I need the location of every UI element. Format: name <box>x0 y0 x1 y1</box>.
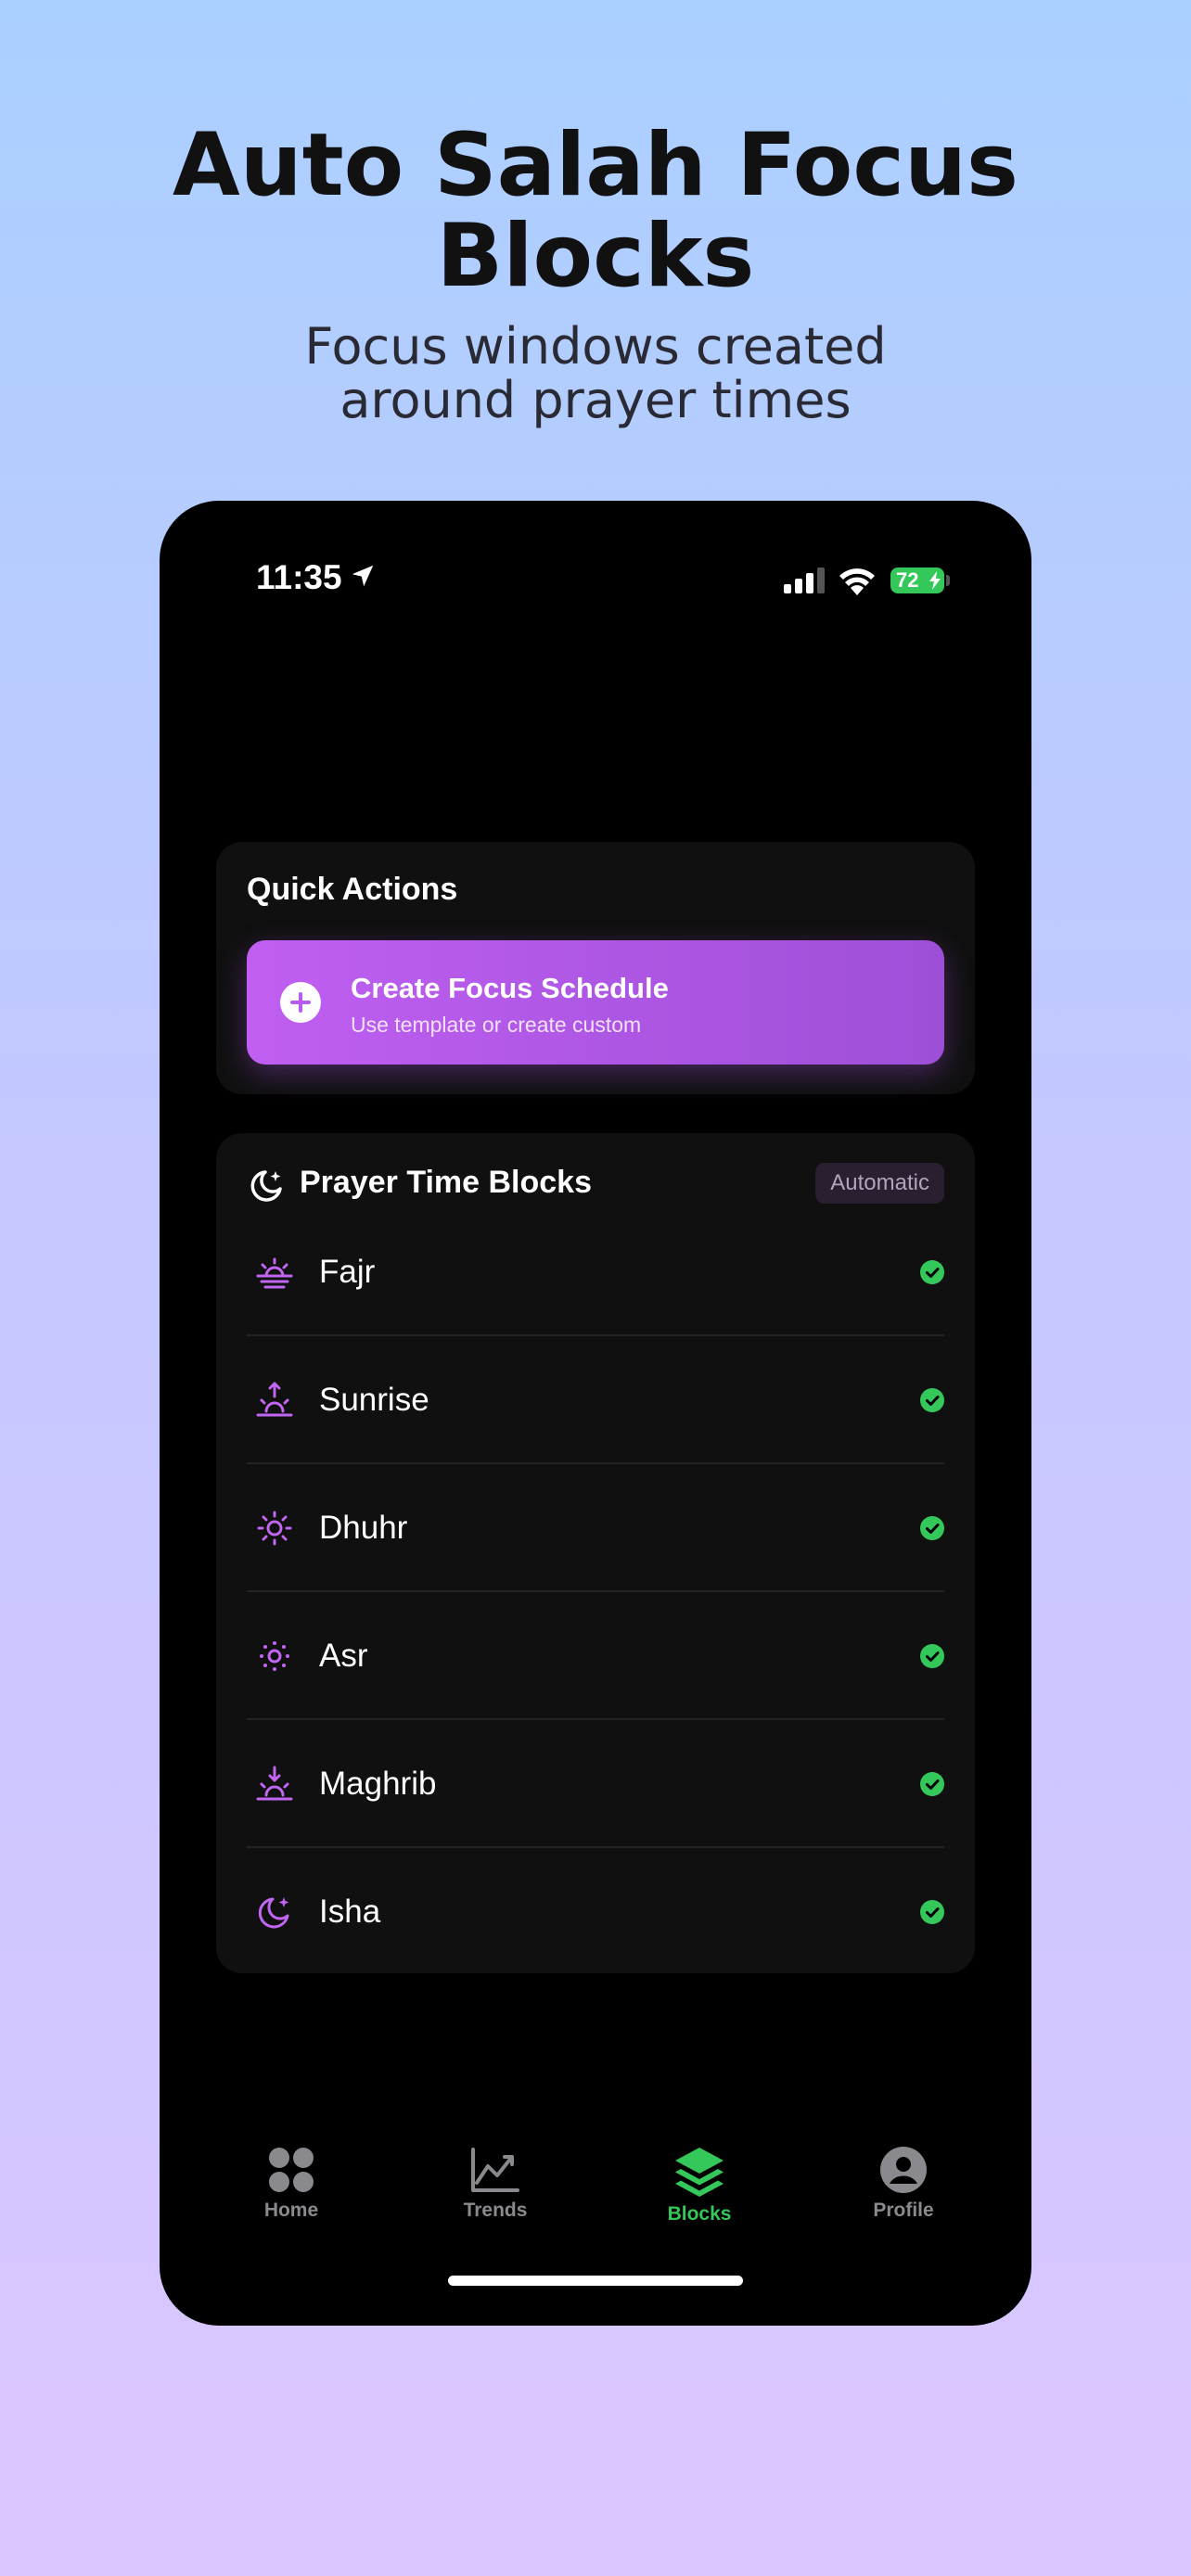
quick-actions-title: Quick Actions <box>247 872 458 907</box>
prayer-label-dhuhr: Dhuhr <box>319 1510 408 1546</box>
chart-line-icon <box>471 2148 519 2192</box>
check-circle-icon <box>920 1644 944 1668</box>
tab-trends[interactable]: Trends <box>421 2146 570 2222</box>
quick-actions-card: Quick Actions Create Focus Schedule Use … <box>216 842 975 1094</box>
tab-blocks[interactable]: Blocks <box>625 2146 774 2225</box>
prayer-label-maghrib: Maghrib <box>319 1766 437 1802</box>
prayer-label-isha: Isha <box>319 1894 381 1930</box>
prayer-label-asr: Asr <box>319 1638 368 1674</box>
create-schedule-sublabel: Use template or create custom <box>351 1013 642 1037</box>
check-circle-icon <box>920 1388 944 1412</box>
sunset-down-icon <box>256 1766 293 1801</box>
subhead-line-2: around prayer times <box>339 371 852 429</box>
plus-circle-icon <box>280 982 321 1023</box>
headline-line-1: Auto Salah Focus <box>173 115 1018 216</box>
prayer-label-sunrise: Sunrise <box>319 1382 429 1418</box>
promo-headline: Auto Salah Focus Blocks <box>0 121 1191 302</box>
tab-bar: Home Trends Blocks Profile <box>160 2146 1031 2257</box>
phone-screen: 11:35 72 Quick Actions Create Focus Sche… <box>160 501 1031 2326</box>
cellular-signal-icon <box>784 567 825 593</box>
sunrise-horizon-icon <box>256 1257 293 1289</box>
wifi-icon <box>839 568 875 595</box>
prayer-row-isha[interactable]: Isha <box>247 1848 944 1976</box>
create-focus-schedule-button[interactable]: Create Focus Schedule Use template or cr… <box>247 940 944 1065</box>
home-indicator[interactable] <box>448 2276 743 2286</box>
tab-home[interactable]: Home <box>217 2146 365 2222</box>
prayer-row-fajr[interactable]: Fajr <box>247 1208 944 1336</box>
grid-dots-icon <box>269 2148 314 2192</box>
location-arrow-icon <box>352 565 374 587</box>
check-circle-icon <box>920 1516 944 1540</box>
create-schedule-label: Create Focus Schedule <box>351 972 669 1004</box>
check-circle-icon <box>920 1900 944 1924</box>
prayer-time-blocks-card: Prayer Time Blocks Automatic Fajr Sunris… <box>216 1133 975 1973</box>
check-circle-icon <box>920 1260 944 1284</box>
battery-nub <box>946 575 950 586</box>
tab-blocks-label: Blocks <box>667 2203 732 2225</box>
moon-stars-icon <box>250 1170 282 1202</box>
battery-level: 72 <box>896 568 919 592</box>
status-time: 11:35 <box>256 558 342 596</box>
tab-profile[interactable]: Profile <box>829 2146 978 2222</box>
sunrise-up-icon <box>256 1382 293 1417</box>
battery-charging-icon <box>929 571 941 590</box>
prayer-row-dhuhr[interactable]: Dhuhr <box>247 1464 944 1592</box>
automatic-badge: Automatic <box>815 1163 944 1204</box>
prayer-row-sunrise[interactable]: Sunrise <box>247 1336 944 1464</box>
tab-trends-label: Trends <box>463 2200 528 2221</box>
layers-icon <box>675 2148 724 2197</box>
prayer-blocks-title: Prayer Time Blocks <box>300 1165 592 1200</box>
subhead-line-1: Focus windows created <box>304 317 887 376</box>
prayer-row-maghrib[interactable]: Maghrib <box>247 1720 944 1848</box>
check-circle-icon <box>920 1772 944 1796</box>
sun-small-icon <box>260 1641 289 1671</box>
sun-icon <box>257 1511 292 1546</box>
battery-indicator: 72 <box>890 567 944 593</box>
promo-subhead: Focus windows created around prayer time… <box>0 320 1191 427</box>
tab-home-label: Home <box>263 2200 319 2221</box>
moon-stars-icon <box>258 1897 289 1929</box>
status-bar: 11:35 72 <box>160 501 1031 649</box>
prayer-label-fajr: Fajr <box>319 1254 376 1290</box>
tab-profile-label: Profile <box>873 2200 934 2221</box>
headline-line-2: Blocks <box>436 206 755 307</box>
person-circle-icon <box>880 2147 927 2193</box>
prayer-row-asr[interactable]: Asr <box>247 1592 944 1720</box>
